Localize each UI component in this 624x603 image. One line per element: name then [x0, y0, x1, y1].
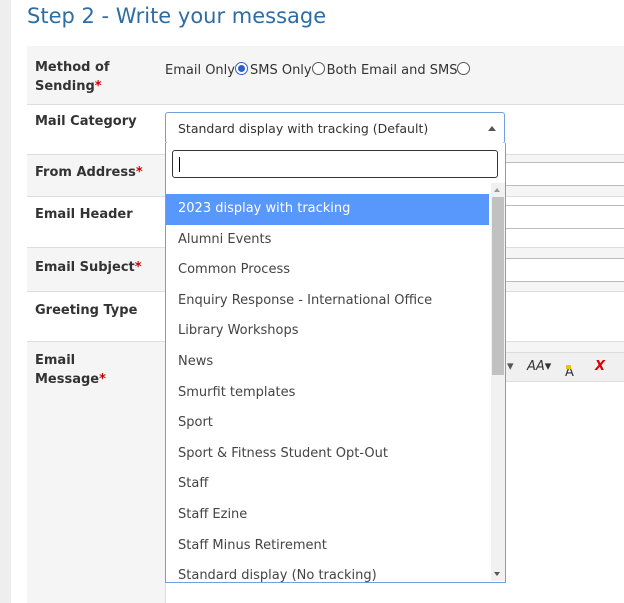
method-option-sms-label: SMS Only: [249, 63, 312, 78]
dropdown-option[interactable]: Common Process: [166, 255, 489, 286]
mail-category-select[interactable]: Standard display with tracking (Default): [165, 112, 505, 144]
remove-format-icon[interactable]: X: [595, 359, 605, 374]
scroll-up-arrow-icon[interactable]: [494, 188, 500, 192]
from-address-label: From Address*: [35, 165, 143, 180]
scrollbar-thumb[interactable]: [492, 197, 504, 375]
mail-category-dropdown: 2023 display with tracking Alumni Events C…: [165, 143, 506, 583]
required-marker: *: [135, 165, 143, 180]
dropdown-scrollbar[interactable]: [491, 183, 505, 581]
mail-category-label: Mail Category: [35, 114, 137, 129]
dropdown-option[interactable]: Sport & Fitness Student Opt-Out: [166, 439, 489, 470]
email-header-input[interactable]: [505, 205, 624, 229]
editor-toolbar: ▾ AA▾ A X: [504, 352, 624, 382]
email-subject-label: Email Subject*: [35, 260, 142, 275]
dropdown-option[interactable]: Alumni Events: [166, 225, 489, 256]
required-marker: *: [99, 372, 106, 387]
dropdown-option[interactable]: Smurfit templates: [166, 378, 489, 409]
from-address-input[interactable]: [505, 162, 624, 186]
dropdown-option[interactable]: News: [166, 347, 489, 378]
left-gutter: [0, 0, 11, 603]
mail-category-value: Standard display with tracking (Default): [178, 121, 429, 136]
dropdown-option[interactable]: Staff Ezine: [166, 500, 489, 531]
method-radio-group: Email Only SMS Only Both Email and SMS: [165, 62, 472, 78]
email-message-label: Email Message*: [35, 353, 106, 387]
method-option-both-label: Both Email and SMS: [326, 63, 458, 78]
scroll-down-arrow-icon[interactable]: [494, 572, 500, 576]
dropdown-option[interactable]: Sport: [166, 408, 489, 439]
method-radio-email[interactable]: [234, 62, 248, 75]
email-subject-input[interactable]: [505, 258, 624, 282]
dropdown-option[interactable]: 2023 display with tracking: [166, 194, 489, 225]
dropdown-options-list: 2023 display with tracking Alumni Events C…: [166, 194, 489, 582]
text-caret: [179, 157, 180, 172]
required-marker: *: [134, 260, 142, 275]
dropdown-option[interactable]: Library Workshops: [166, 316, 489, 347]
dropdown-option[interactable]: Enquiry Response - International Office: [166, 286, 489, 317]
email-header-label: Email Header: [35, 207, 133, 222]
dropdown-option[interactable]: Staff Minus Retirement: [166, 531, 489, 562]
method-option-email-label: Email Only: [165, 63, 235, 78]
font-color-swatch: [566, 365, 571, 369]
dropdown-option[interactable]: Standard display (No tracking): [166, 561, 489, 582]
method-row: Method of Sending* Email Only SMS Only Bot…: [27, 46, 624, 104]
greeting-type-label: Greeting Type: [35, 303, 138, 318]
chevron-up-icon: [488, 126, 496, 131]
toolbar-dropdown-arrow-icon[interactable]: ▾: [507, 359, 514, 374]
required-marker: *: [94, 79, 102, 94]
dropdown-option[interactable]: Staff: [166, 469, 489, 500]
method-label: Method of Sending*: [35, 60, 110, 94]
method-radio-sms[interactable]: [311, 62, 325, 75]
font-size-icon[interactable]: AA▾: [527, 359, 551, 374]
method-radio-both[interactable]: [457, 62, 471, 75]
step-title: Step 2 - Write your message: [27, 4, 327, 28]
dropdown-search-input[interactable]: [172, 150, 498, 178]
